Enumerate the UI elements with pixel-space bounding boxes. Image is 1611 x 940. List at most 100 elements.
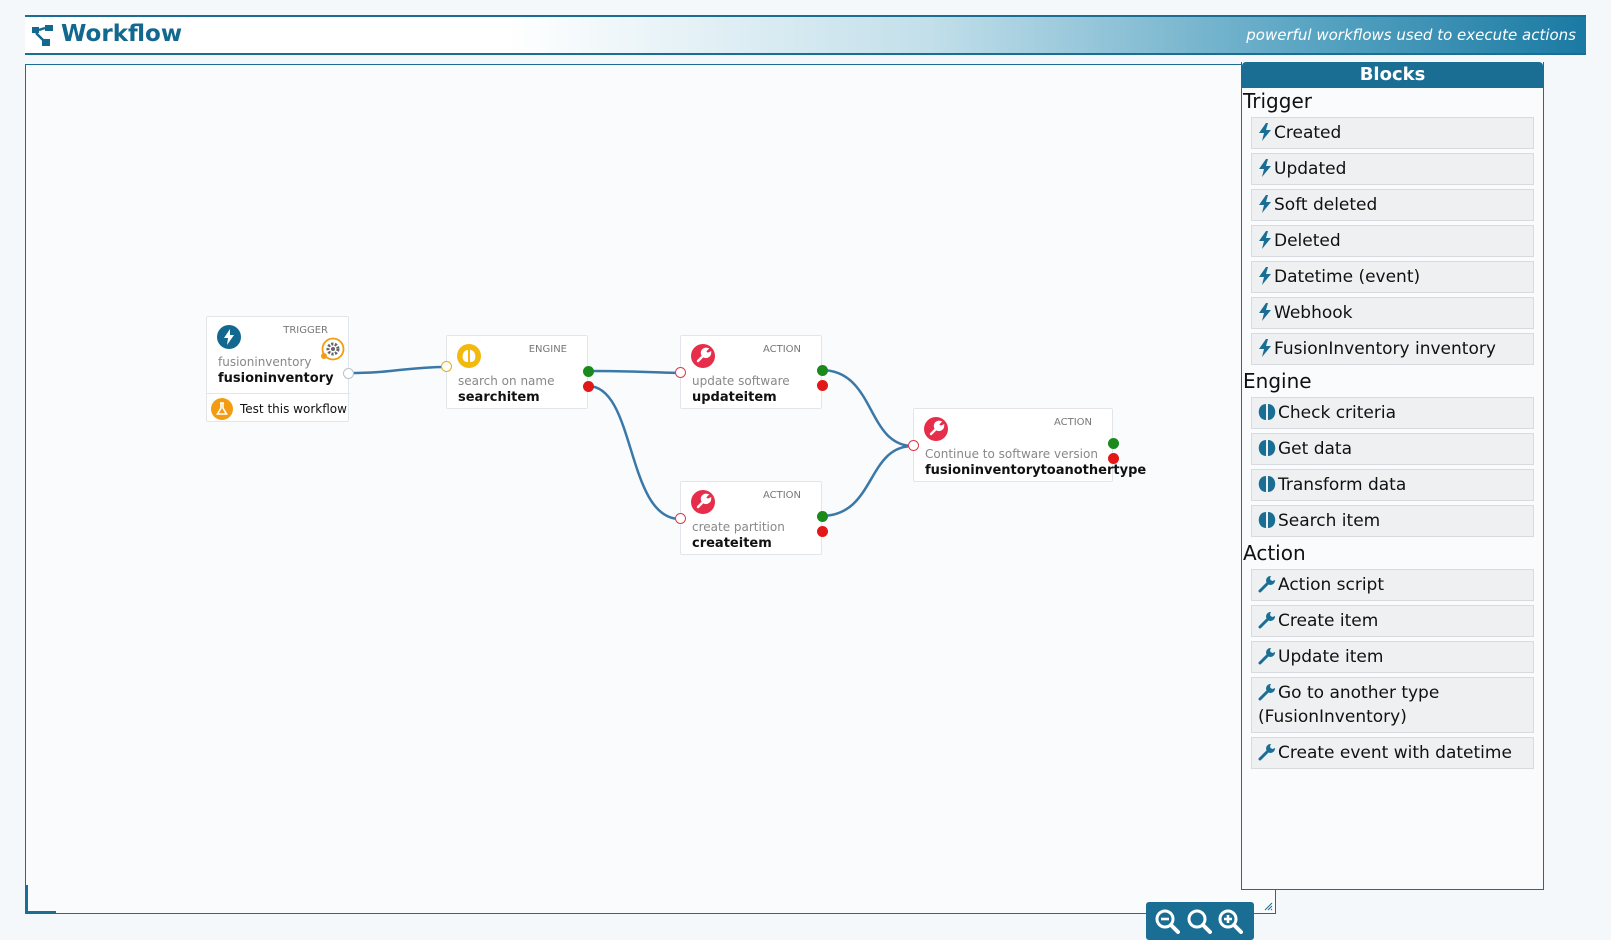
success-port[interactable]: [817, 511, 828, 522]
node-name: searchitem: [458, 390, 540, 405]
brain-icon: [1258, 475, 1278, 495]
failure-port[interactable]: [817, 526, 828, 537]
link-trigger-engine: [347, 365, 447, 375]
block-item-label: Check criteria: [1278, 403, 1397, 423]
zoom-reset-icon[interactable]: [1186, 908, 1212, 934]
block-item[interactable]: Create item: [1251, 605, 1534, 637]
bolt-icon: [1258, 339, 1274, 359]
node-type: ACTION: [1053, 417, 1092, 428]
blocks-list: Trigger Created Updated Soft deleted Deleted…: [1242, 89, 1543, 769]
block-item[interactable]: Update item: [1251, 641, 1534, 673]
zoom-toolbar: [1146, 902, 1254, 940]
brain-icon: [1258, 403, 1278, 423]
block-item[interactable]: Datetime (event): [1251, 261, 1534, 293]
input-port[interactable]: [441, 361, 452, 372]
page-header: Workflow powerful workflows used to exec…: [25, 15, 1586, 55]
block-item[interactable]: Deleted: [1251, 225, 1534, 257]
workflow-icon: [32, 25, 53, 46]
engine-node[interactable]: ENGINE search on name searchitem: [441, 335, 594, 409]
block-item-label: Deleted: [1274, 231, 1341, 251]
block-item[interactable]: Search item: [1251, 505, 1534, 537]
input-port[interactable]: [908, 440, 919, 451]
node-description: fusioninventory: [218, 355, 312, 369]
block-item-label: FusionInventory inventory: [1274, 339, 1496, 359]
brain-icon: [457, 344, 481, 368]
block-item[interactable]: FusionInventory inventory: [1251, 333, 1534, 365]
block-item-label: Create event with datetime: [1278, 743, 1512, 763]
page-subtitle: powerful workflows used to execute actio…: [1246, 26, 1576, 44]
block-item[interactable]: Check criteria: [1251, 397, 1534, 429]
input-port[interactable]: [675, 513, 686, 524]
block-item[interactable]: Transform data: [1251, 469, 1534, 501]
node-type: ACTION: [762, 344, 801, 355]
blocks-section-action: Action: [1243, 541, 1306, 565]
block-item-label: Soft deleted: [1274, 195, 1378, 215]
create-node[interactable]: ACTION create partition createitem: [675, 481, 828, 555]
success-port[interactable]: [817, 365, 828, 376]
wrench-icon: [1258, 683, 1278, 703]
node-description: search on name: [458, 374, 555, 388]
node-name: fusioninventorytoanothertype: [925, 463, 1147, 478]
node-description: Continue to software version: [925, 447, 1098, 461]
node-type: TRIGGER: [283, 325, 328, 336]
block-item[interactable]: Go to another type (FusionInventory): [1251, 677, 1534, 733]
wrench-icon: [1258, 647, 1278, 667]
block-item-label: Webhook: [1274, 303, 1353, 323]
block-item-label: Datetime (event): [1274, 267, 1421, 287]
link-update-another: [820, 368, 914, 448]
failure-port[interactable]: [817, 380, 828, 391]
block-item[interactable]: Created: [1251, 117, 1534, 149]
output-port[interactable]: [343, 368, 354, 379]
node-type: ACTION: [762, 490, 801, 501]
brain-icon: [1258, 511, 1278, 531]
bolt-icon: [1258, 159, 1274, 179]
bolt-icon: [1258, 267, 1274, 287]
bolt-icon: [1258, 123, 1274, 143]
connection-links: [347, 365, 914, 521]
blocks-section-trigger: Trigger: [1243, 89, 1312, 113]
trigger-node[interactable]: TRIGGER fusioninventory fusioninventory …: [206, 316, 354, 423]
link-engine-create: [587, 384, 681, 521]
zoom-in-icon[interactable]: [1217, 908, 1243, 934]
block-item-label: Update item: [1278, 647, 1384, 667]
bolt-icon: [1258, 231, 1274, 251]
wrench-icon: [691, 344, 715, 368]
another-type-node[interactable]: ACTION Continue to software version fusi…: [908, 408, 1146, 482]
failure-port[interactable]: [583, 381, 594, 392]
blocks-section-engine: Engine: [1243, 369, 1312, 393]
wrench-icon: [1258, 743, 1278, 763]
block-item[interactable]: Webhook: [1251, 297, 1534, 329]
update-node[interactable]: ACTION update software updateitem: [675, 335, 828, 409]
test-workflow-label: Test this workflow: [240, 402, 347, 416]
block-item[interactable]: Get data: [1251, 433, 1534, 465]
gear-icon[interactable]: [321, 337, 345, 361]
test-workflow-button[interactable]: Test this workflow: [207, 393, 350, 423]
block-item[interactable]: Action script: [1251, 569, 1534, 601]
failure-port[interactable]: [1108, 453, 1119, 464]
block-item-label: Transform data: [1278, 475, 1407, 495]
node-description: update software: [692, 374, 790, 388]
input-port[interactable]: [675, 367, 686, 378]
wrench-icon: [691, 490, 715, 514]
block-item-label: Action script: [1278, 575, 1385, 595]
blocks-title: Blocks: [1242, 62, 1543, 88]
bolt-icon: [217, 325, 241, 349]
block-item-label: Created: [1274, 123, 1342, 143]
block-item[interactable]: Create event with datetime: [1251, 737, 1534, 769]
resize-grip-icon[interactable]: [1263, 901, 1273, 911]
zoom-out-icon[interactable]: [1154, 908, 1180, 934]
success-port[interactable]: [1108, 438, 1119, 449]
wrench-icon: [1258, 611, 1278, 631]
brain-icon: [1258, 439, 1278, 459]
block-item[interactable]: Soft deleted: [1251, 189, 1534, 221]
block-item[interactable]: Updated: [1251, 153, 1534, 185]
block-item-label: Get data: [1278, 439, 1352, 459]
node-name: createitem: [692, 536, 772, 551]
link-create-another: [820, 444, 914, 518]
block-item-label: Go to another type (FusionInventory): [1258, 683, 1440, 727]
wrench-icon: [924, 417, 948, 441]
block-item-label: Search item: [1278, 511, 1381, 531]
workflow-canvas[interactable]: TRIGGER fusioninventory fusioninventory …: [25, 64, 1276, 940]
bolt-icon: [1258, 303, 1274, 323]
success-port[interactable]: [583, 366, 594, 377]
